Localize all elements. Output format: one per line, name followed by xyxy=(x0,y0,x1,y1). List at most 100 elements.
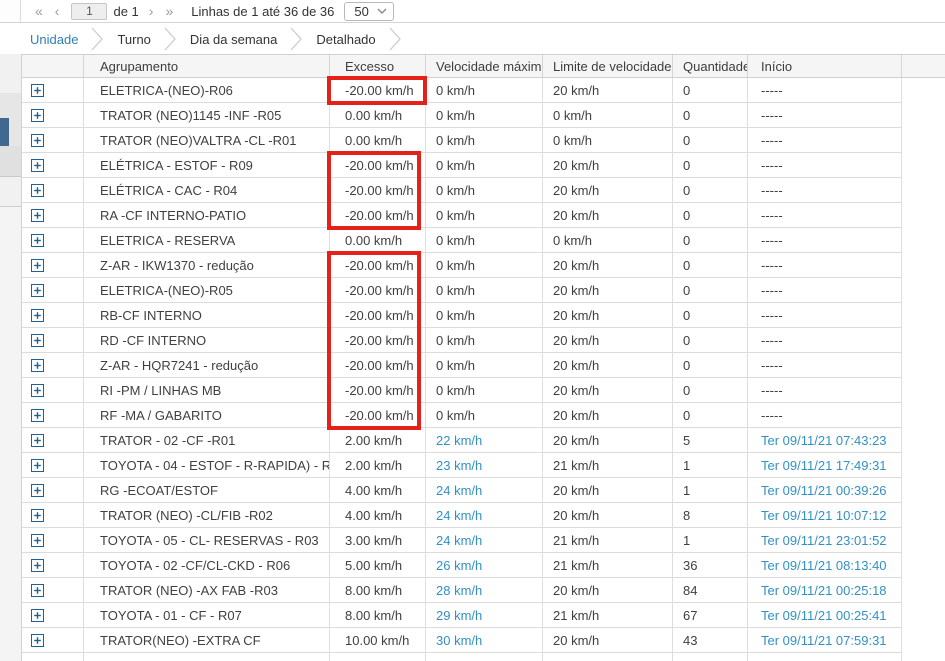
cell-velocidade-maxima: 0 km/h xyxy=(426,128,543,153)
expand-plus-icon[interactable] xyxy=(31,334,44,347)
page-count-label: de 1 xyxy=(113,4,138,19)
cell-inicio[interactable]: Ter 09/11/21 10:07:12 xyxy=(748,503,902,528)
cell-agrupamento: TRATOR(NEO) -EXTRA CF xyxy=(84,628,330,653)
expand-plus-icon[interactable] xyxy=(31,559,44,572)
expand-cell xyxy=(22,278,84,303)
table-row: RA -CF INTERNO-PATIO -20.00 km/h 0 km/h … xyxy=(22,203,945,228)
cell-agrupamento: TOYOTA - 01 - CF - R07 xyxy=(84,603,330,628)
header-excesso[interactable]: Excesso xyxy=(330,55,426,77)
expand-plus-icon[interactable] xyxy=(31,484,44,497)
cell-excesso: 3.00 km/h xyxy=(330,528,426,553)
cell-inicio[interactable]: Ter 09/11/21 00:39:26 xyxy=(748,478,902,503)
cell-limite-velocidade: 21 km/h xyxy=(543,528,673,553)
expand-plus-icon[interactable] xyxy=(31,309,44,322)
cell-excesso: -20.00 km/h xyxy=(330,378,426,403)
table-row: TOYOTA - 05 - CL- RESERVAS - R03 3.00 km… xyxy=(22,528,945,553)
cell-quantidade: 0 xyxy=(673,78,748,103)
data-grid: Agrupamento Excesso Velocidade máxima Li… xyxy=(22,54,945,661)
breadcrumb-item[interactable]: Detalhado xyxy=(316,32,375,47)
expand-plus-icon[interactable] xyxy=(31,609,44,622)
next-page-icon[interactable]: › xyxy=(143,4,160,18)
header-filler xyxy=(902,55,945,77)
cell-excesso: -20.00 km/h xyxy=(330,328,426,353)
expand-plus-icon[interactable] xyxy=(31,209,44,222)
expand-plus-icon[interactable] xyxy=(31,259,44,272)
expand-plus-icon[interactable] xyxy=(31,359,44,372)
expand-plus-icon[interactable] xyxy=(31,84,44,97)
prev-page-icon[interactable]: ‹ xyxy=(49,4,66,18)
cell-inicio[interactable]: Ter 09/11/21 07:59:31 xyxy=(748,628,902,653)
table-row: TRATOR - 02 -CF -R01 2.00 km/h 22 km/h 2… xyxy=(22,428,945,453)
cell-inicio[interactable]: Ter 09/11/21 07:43:23 xyxy=(748,428,902,453)
expand-plus-icon[interactable] xyxy=(31,434,44,447)
expand-plus-icon[interactable] xyxy=(31,634,44,647)
cell-inicio[interactable]: Ter 09/11/21 23:01:52 xyxy=(748,528,902,553)
page-size-value: 50 xyxy=(354,4,368,19)
cell-inicio[interactable]: Ter 09/11/21 17:49:31 xyxy=(748,453,902,478)
expand-cell xyxy=(22,378,84,403)
breadcrumb-item[interactable]: Turno xyxy=(117,32,150,47)
last-page-icon[interactable]: » xyxy=(159,4,179,18)
header-inicio[interactable]: Início xyxy=(748,55,902,77)
header-limite-velocidade[interactable]: Limite de velocidade xyxy=(543,55,673,77)
expand-plus-icon[interactable] xyxy=(31,459,44,472)
report-window: « ‹ de 1 › » Linhas de 1 até 36 de 36 50… xyxy=(0,0,945,661)
expand-plus-icon[interactable] xyxy=(31,509,44,522)
rows-range-label: Linhas de 1 até 36 de 36 xyxy=(191,4,334,19)
cell-limite-velocidade: 0 km/h xyxy=(543,103,673,128)
breadcrumb-item[interactable]: Unidade xyxy=(30,32,78,47)
cell-velocidade-maxima: 0 km/h xyxy=(426,103,543,128)
rail-segment xyxy=(0,54,21,93)
cell-velocidade-maxima[interactable]: 24 km/h xyxy=(426,478,543,503)
cell-limite-velocidade: 20 km/h xyxy=(543,78,673,103)
rail-selected-indicator[interactable] xyxy=(0,118,9,146)
expand-plus-icon[interactable] xyxy=(31,409,44,422)
cell-quantidade: 0 xyxy=(673,153,748,178)
cell-excesso: 2.00 km/h xyxy=(330,428,426,453)
page-size-select[interactable]: 50 xyxy=(344,2,393,21)
expand-plus-icon[interactable] xyxy=(31,234,44,247)
cell-velocidade-maxima[interactable]: 24 km/h xyxy=(426,528,543,553)
first-page-icon[interactable]: « xyxy=(29,4,49,18)
cell-agrupamento: ELETRICA - RESERVA xyxy=(84,228,330,253)
cell-limite-velocidade: 21 km/h xyxy=(543,553,673,578)
expand-plus-icon[interactable] xyxy=(31,109,44,122)
cell-inicio[interactable]: Ter 09/11/21 00:25:18 xyxy=(748,578,902,603)
cell-excesso: 10.00 km/h xyxy=(330,628,426,653)
cell-inicio[interactable]: Ter 09/11/21 00:25:41 xyxy=(748,603,902,628)
cell-velocidade-maxima[interactable]: 28 km/h xyxy=(426,578,543,603)
cell-agrupamento: TOYOTA - 05 - CL- RESERVAS - R03 xyxy=(84,528,330,553)
cell-velocidade-maxima[interactable]: 26 km/h xyxy=(426,553,543,578)
cell-excesso: -20.00 km/h xyxy=(330,253,426,278)
cell-velocidade-maxima[interactable]: 24 km/h xyxy=(426,503,543,528)
cell-quantidade: 67 xyxy=(673,603,748,628)
expand-plus-icon[interactable] xyxy=(31,134,44,147)
breadcrumb-item[interactable]: Dia da semana xyxy=(190,32,277,47)
rail-segment xyxy=(0,93,21,118)
table-row: ELETRICA-(NEO)-R05 -20.00 km/h 0 km/h 20… xyxy=(22,278,945,303)
expand-plus-icon[interactable] xyxy=(31,384,44,397)
header-quantidade[interactable]: Quantidade xyxy=(673,55,748,77)
cell-inicio: ----- xyxy=(748,278,902,303)
header-velocidade-maxima[interactable]: Velocidade máxima xyxy=(426,55,543,77)
expand-plus-icon[interactable] xyxy=(31,284,44,297)
expand-plus-icon[interactable] xyxy=(31,159,44,172)
expand-plus-icon[interactable] xyxy=(31,184,44,197)
cell-velocidade-maxima[interactable]: 23 km/h xyxy=(426,453,543,478)
header-agrupamento[interactable]: Agrupamento xyxy=(84,55,330,77)
cell-excesso: -20.00 km/h xyxy=(330,203,426,228)
table-row: Z-AR - IKW1370 - redução -20.00 km/h 0 k… xyxy=(22,253,945,278)
rail-segment xyxy=(0,118,21,146)
cell-agrupamento: RF -MA / GABARITO xyxy=(84,403,330,428)
page-number-input[interactable] xyxy=(71,3,107,20)
cell-agrupamento: RI -PM / LINHAS MB xyxy=(84,378,330,403)
cell-velocidade-maxima[interactable]: 30 km/h xyxy=(426,628,543,653)
cell-velocidade-maxima[interactable]: 22 km/h xyxy=(426,428,543,453)
cell-inicio: ----- xyxy=(748,78,902,103)
expand-plus-icon[interactable] xyxy=(31,584,44,597)
cell-quantidade: 1 xyxy=(673,528,748,553)
cell-excesso: -20.00 km/h xyxy=(330,353,426,378)
cell-inicio[interactable]: Ter 09/11/21 08:13:40 xyxy=(748,553,902,578)
cell-velocidade-maxima[interactable]: 29 km/h xyxy=(426,603,543,628)
expand-plus-icon[interactable] xyxy=(31,534,44,547)
